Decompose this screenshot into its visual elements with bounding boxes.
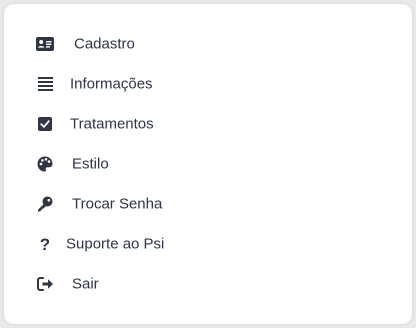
menu-item-trocar-senha[interactable]: Trocar Senha: [4, 184, 412, 224]
menu-list: Cadastro Informações Tratamentos Estilo …: [4, 24, 412, 304]
menu-item-cadastro[interactable]: Cadastro: [4, 24, 412, 64]
menu-item-label: Informações: [70, 75, 153, 93]
menu-item-suporte[interactable]: ? Suporte ao Psi: [4, 224, 412, 264]
sign-out-icon: [35, 274, 55, 294]
menu-card: Cadastro Informações Tratamentos Estilo …: [4, 4, 412, 324]
id-card-icon: [35, 34, 55, 54]
menu-item-label: Trocar Senha: [72, 195, 163, 213]
checkbox-icon: [35, 114, 55, 134]
list-icon: [35, 74, 55, 94]
menu-item-label: Estilo: [72, 155, 109, 173]
menu-item-label: Suporte ao Psi: [66, 235, 165, 253]
menu-item-tratamentos[interactable]: Tratamentos: [4, 104, 412, 144]
menu-item-informacoes[interactable]: Informações: [4, 64, 412, 104]
palette-icon: [35, 154, 55, 174]
key-icon: [35, 194, 55, 214]
question-icon: ?: [39, 234, 51, 254]
menu-item-estilo[interactable]: Estilo: [4, 144, 412, 184]
menu-item-sair[interactable]: Sair: [4, 264, 412, 304]
menu-item-label: Cadastro: [74, 35, 135, 53]
menu-item-label: Tratamentos: [70, 115, 154, 133]
menu-item-label: Sair: [72, 275, 99, 293]
